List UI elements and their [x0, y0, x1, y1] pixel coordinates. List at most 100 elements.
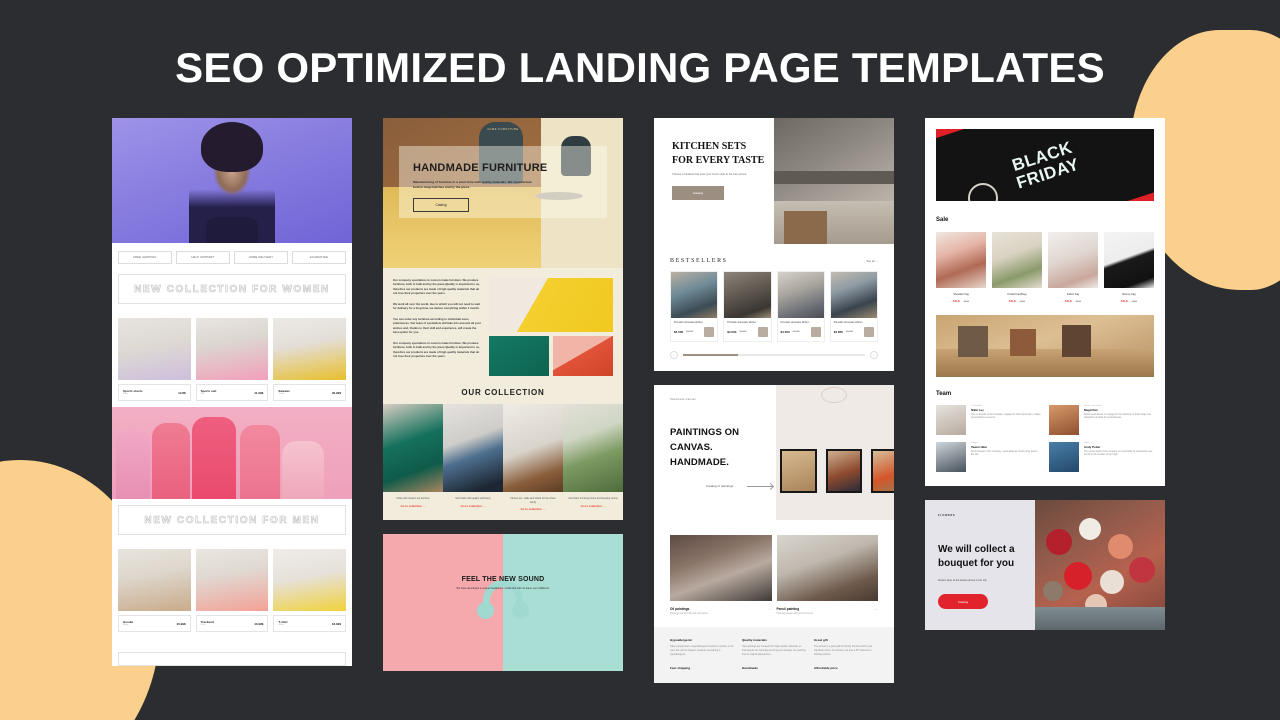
product-image [1104, 232, 1154, 288]
furniture-headline: HANDMADE FURNITURE [413, 162, 548, 174]
product-image [724, 272, 771, 318]
product-card[interactable]: Sports shorts Basic 12.8$ [118, 318, 191, 401]
template-card-kitchen[interactable]: KITCHEN SETS FOR EVERY TASTE Choose a he… [654, 118, 894, 372]
collection-item[interactable]: Kitchen set - table and chairs for the w… [503, 404, 563, 520]
arrow-right-icon [747, 485, 774, 487]
arrow-right-icon[interactable]: → [767, 607, 772, 612]
product-price-row: $4 850 $5 400 [831, 327, 877, 341]
kitchen-catalog-button[interactable]: Catalog [672, 186, 724, 201]
furniture-catalog-button[interactable]: Catalog [413, 198, 469, 212]
product-meta: Sports suit Set 41.99$ [195, 384, 269, 401]
collection-item[interactable]: Soft chairs with quality upholstery Go t… [443, 404, 503, 520]
badge-guarantee[interactable]: GUARANTEE [292, 251, 346, 264]
cart-icon[interactable] [757, 327, 768, 338]
see-all-text: See all [866, 260, 875, 263]
product-old-price: $5 000 [686, 331, 694, 334]
team-list: Co-founder Nikki Ley The co-founder of t… [925, 397, 1165, 486]
category-card[interactable]: → Oil paintings Paintings painted with oi… [670, 535, 772, 615]
product-image [118, 549, 191, 611]
product-price-row: $4 500 $5 000 [671, 327, 717, 341]
painting-frame [871, 449, 894, 494]
paintings-catalog-text: Catalog of paintings [706, 484, 734, 489]
see-all-link[interactable]: See all → [866, 260, 878, 263]
badge-home-delivery[interactable]: HOME DELIVERY [234, 251, 288, 264]
product-price: 16.99$ [176, 621, 186, 626]
flowers-catalog-button[interactable]: Catalog [938, 594, 988, 609]
product-sub: Yellow [278, 393, 285, 396]
carousel-track[interactable] [683, 354, 865, 356]
product-meta: T-shirt White 18.99$ [273, 615, 347, 632]
product-card[interactable]: Porcelain stoneware kitchen $4 500 $5 00… [670, 271, 719, 343]
template-card-black-friday[interactable]: BLACK FRIDAY Sale Shoulder bag SALE $340 [925, 118, 1165, 486]
product-card[interactable]: Porcelain stoneware kitchen $4 850 $5 40… [829, 271, 878, 343]
member-bio: The co-founder of the boutique, engaged … [971, 414, 1041, 420]
team-member: Stylist Andy Potter The senior stylist o… [1049, 442, 1154, 472]
feature-title: Great gift [814, 638, 828, 643]
collection-link[interactable]: Go to collection → [503, 507, 563, 520]
template-card-fashion-women[interactable]: FREE SHIPPING HELP SUPPORT HOME DELIVERY… [112, 118, 352, 666]
cart-icon[interactable] [864, 327, 874, 338]
category-name: → Pencil painting [777, 607, 879, 612]
collection-item[interactable]: Sofas with modern top furniture Go to co… [383, 404, 443, 520]
collection-link[interactable]: Go to collection → [383, 504, 443, 517]
product-card[interactable]: Shoulder bag SALE $340 [936, 232, 986, 303]
product-meta: Sweater Yellow 46.99$ [273, 384, 347, 401]
collection-image [443, 404, 503, 492]
feature-title: Affordable price [814, 666, 838, 671]
product-name: Porcelain stoneware kitchen [780, 322, 810, 324]
carousel-next-icon[interactable]: › [870, 351, 878, 360]
product-old-price: $4 800 [739, 331, 747, 334]
feature-item: Affordable price [814, 666, 878, 673]
product-old-price: $450 [1131, 300, 1138, 303]
kitchen-hero-image [774, 118, 894, 244]
product-name: Knitted handbag [1007, 293, 1027, 296]
flowers-headline-line1: We will collect a [938, 544, 1015, 555]
collection-item[interactable]: Armchairs for living rooms and sleeping … [563, 404, 623, 520]
template-card-paintings[interactable]: Handmade Canvas PAINTINGS ON CANVAS. HAN… [654, 385, 894, 684]
badge-help-support[interactable]: HELP SUPPORT [176, 251, 230, 264]
carousel-controls[interactable]: ‹ › [670, 351, 878, 360]
product-card[interactable]: Sweater Yellow 46.99$ [273, 318, 347, 401]
model-figure [152, 423, 190, 499]
avatar [936, 442, 966, 472]
kitchen-headline-line1: KITCHEN SETS [672, 141, 747, 152]
furniture-about: Our company specializes in custom made f… [383, 268, 623, 376]
furniture-paragraph: You can order any furniture according to… [393, 316, 481, 335]
paintings-hero-copy: Handmade Canvas PAINTINGS ON CANVAS. HAN… [654, 385, 776, 520]
collection-link[interactable]: Go to collection → [563, 504, 623, 517]
painting-frame [780, 449, 817, 494]
product-card[interactable]: Hoodie Beige 16.99$ [118, 549, 191, 632]
template-column-4: BLACK FRIDAY Sale Shoulder bag SALE $340 [925, 118, 1165, 720]
product-card[interactable]: Sports suit Set 41.99$ [195, 318, 269, 401]
badge-free-shipping[interactable]: FREE SHIPPING [118, 251, 172, 264]
template-card-furniture[interactable]: ACME FURNITURE HANDMADE FURNITURE Manufa… [383, 118, 623, 521]
category-card[interactable]: → Pencil painting Paintings drawn with pe… [776, 535, 879, 615]
product-card[interactable]: Porcelain stoneware kitchen $4 250 $4 90… [776, 271, 825, 343]
product-card[interactable]: Tracksuit Pink 40.99$ [195, 549, 269, 632]
cart-icon[interactable] [810, 327, 821, 338]
template-card-flowers[interactable]: FLOWERS We will collect a bouquet for yo… [925, 500, 1165, 630]
carousel-prev-icon[interactable]: ‹ [670, 351, 678, 360]
product-old-price: $260 [1019, 300, 1026, 303]
collection-banner-women-text: NEW COLLECTION FOR WOMEN [134, 283, 330, 295]
product-card[interactable]: Knitted handbag SALE $260 [992, 232, 1042, 303]
collection-caption: Kitchen set - table and chairs for the w… [510, 497, 556, 504]
headphone-cup-right [512, 602, 529, 620]
product-card[interactable]: Roomy bag SALE $450 [1104, 232, 1154, 303]
product-card[interactable]: Porcelain stoneware kitchen $4 000 $4 80… [723, 271, 772, 343]
paintings-catalog-link[interactable]: Catalog of paintings [706, 484, 776, 488]
cart-icon[interactable] [704, 327, 715, 338]
gallery-image-red-sofa [553, 336, 613, 376]
product-sub: Set [200, 393, 204, 396]
template-card-sound[interactable]: FEEL THE NEW SOUND We have developed a u… [383, 534, 623, 672]
collection-caption: Soft chairs with quality upholstery [455, 497, 491, 500]
collection-link[interactable]: Go to collection → [443, 504, 503, 517]
product-card[interactable]: Fabric bag SALE $180 [1048, 232, 1098, 303]
gallery-image-green-sofa [489, 336, 549, 376]
product-sub: Basic [123, 393, 129, 396]
member-role: Co-founder [971, 405, 982, 407]
arrow-right-icon[interactable]: → [873, 607, 878, 612]
product-card[interactable]: T-shirt White 18.99$ [273, 549, 347, 632]
template-grid: FREE SHIPPING HELP SUPPORT HOME DELIVERY… [112, 118, 1172, 720]
product-list-women: Sports shorts Basic 12.8$ Sports suit Se… [112, 312, 352, 407]
